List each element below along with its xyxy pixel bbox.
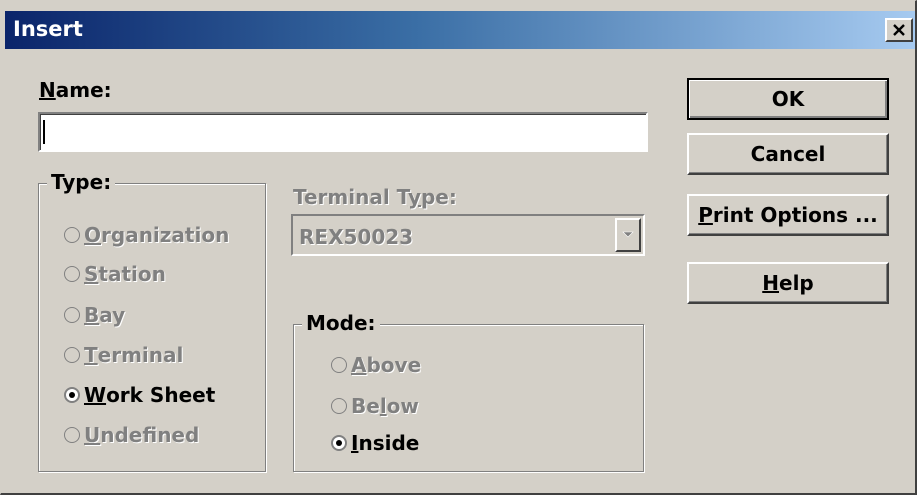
name-label: Name: xyxy=(39,78,112,102)
radio-button-icon xyxy=(64,347,80,363)
radio-organization[interactable]: Organization xyxy=(64,223,229,247)
terminal-type-combobox[interactable]: REX50023 xyxy=(291,214,645,256)
radio-below[interactable]: Be l ow xyxy=(331,394,419,418)
terminal-type-value: REX50023 xyxy=(299,225,414,249)
radio-work-sheet[interactable]: Work Sheet xyxy=(64,383,215,407)
radio-button-icon xyxy=(64,227,80,243)
radio-bay[interactable]: Bay xyxy=(64,303,125,327)
radio-inside[interactable]: Inside xyxy=(331,431,419,455)
dropdown-button[interactable] xyxy=(615,218,641,252)
radio-selected-icon xyxy=(331,435,347,451)
mode-group-title: Mode: xyxy=(302,311,380,335)
cancel-button[interactable]: Cancel xyxy=(687,133,889,175)
radio-button-icon xyxy=(64,307,80,323)
radio-selected-icon xyxy=(64,387,80,403)
text-caret xyxy=(43,120,45,144)
radio-above[interactable]: Above xyxy=(331,353,421,377)
chevron-down-icon xyxy=(622,231,634,238)
close-button[interactable] xyxy=(885,18,913,42)
print-options-button[interactable]: Print Options ... xyxy=(687,194,889,236)
ok-button[interactable]: OK xyxy=(687,78,889,120)
insert-dialog: Insert Name: Type: Organization Station … xyxy=(0,0,917,495)
help-button[interactable]: Help xyxy=(687,262,889,304)
title-bar[interactable]: Insert xyxy=(5,11,915,49)
radio-button-icon xyxy=(331,357,347,373)
radio-button-icon xyxy=(331,398,347,414)
type-group-title: Type: xyxy=(47,170,116,194)
radio-terminal[interactable]: Terminal xyxy=(64,343,183,367)
radio-button-icon xyxy=(64,266,80,282)
radio-undefined[interactable]: Undefined xyxy=(64,423,199,447)
close-icon xyxy=(893,24,905,36)
radio-station[interactable]: Station xyxy=(64,262,166,286)
terminal-type-label: Terminal Type: xyxy=(293,185,457,209)
name-input[interactable] xyxy=(38,112,648,152)
radio-button-icon xyxy=(64,427,80,443)
dialog-title: Insert xyxy=(13,17,83,41)
